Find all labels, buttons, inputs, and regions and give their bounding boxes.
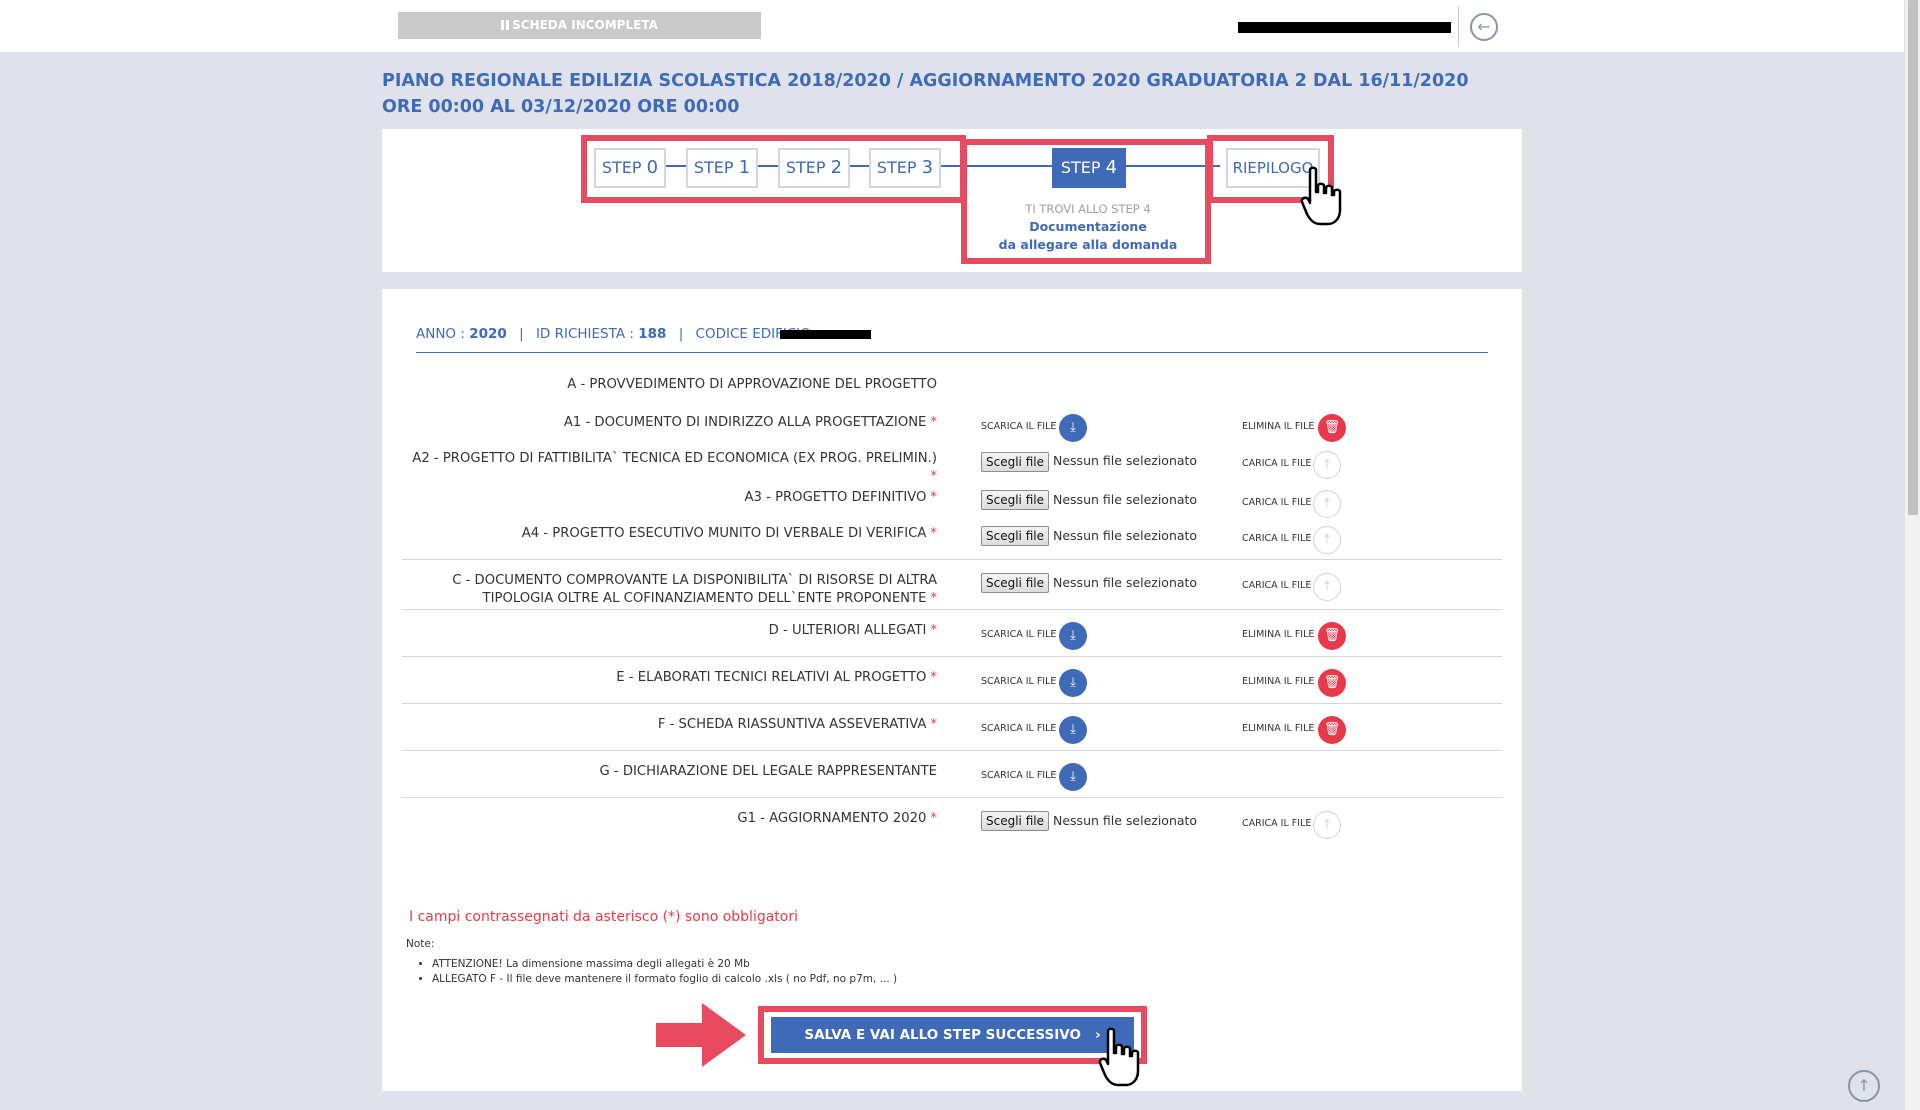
top-separator bbox=[1458, 6, 1459, 46]
upload-c-button[interactable]: ⤒ bbox=[1313, 573, 1341, 601]
download-icon: ⤓ bbox=[1070, 420, 1076, 435]
download-a1-button[interactable]: ⤓ bbox=[1059, 414, 1087, 442]
download-icon: ⤓ bbox=[1070, 722, 1076, 737]
highlight-step-4 bbox=[961, 139, 1211, 264]
delete-d-button[interactable]: 🗑 bbox=[1318, 622, 1346, 650]
file-status-c: Nessun file selezionato bbox=[1053, 575, 1198, 590]
row-divider bbox=[402, 609, 1502, 610]
choose-file-g1-button[interactable]: Scegli file bbox=[981, 811, 1049, 831]
choose-file-c-button[interactable]: Scegli file bbox=[981, 573, 1049, 593]
page-title: PIANO REGIONALE EDILIZIA SCOLASTICA 2018… bbox=[382, 71, 1469, 117]
doc-g-label: G - DICHIARAZIONE DEL LEGALE RAPPRESENTA… bbox=[599, 764, 937, 779]
file-status-a2: Nessun file selezionato bbox=[1053, 453, 1198, 468]
doc-g1-label: G1 - AGGIORNAMENTO 2020 * bbox=[737, 811, 937, 826]
notes-title: Note: bbox=[406, 938, 435, 950]
upload-g1-button[interactable]: ⤒ bbox=[1313, 811, 1341, 839]
pause-icon bbox=[501, 20, 510, 30]
hand-cursor-icon bbox=[1098, 1027, 1140, 1087]
upload-a3-button[interactable]: ⤒ bbox=[1313, 490, 1341, 518]
upload-icon: ⤒ bbox=[1324, 579, 1330, 594]
upload-icon: ⤒ bbox=[1324, 496, 1330, 511]
doc-a3-label: A3 - PROGETTO DEFINITIVO * bbox=[744, 490, 937, 505]
download-icon: ⤓ bbox=[1070, 769, 1076, 784]
delete-e-button[interactable]: 🗑 bbox=[1318, 669, 1346, 697]
arrow-left-icon: ← bbox=[1477, 17, 1491, 36]
upload-icon: ⤒ bbox=[1324, 817, 1330, 832]
save-next-step-button[interactable]: SALVA E VAI ALLO STEP SUCCESSIVO › bbox=[771, 1017, 1134, 1053]
download-icon: ⤓ bbox=[1070, 675, 1076, 690]
doc-a1-label: A1 - DOCUMENTO DI INDIRIZZO ALLA PROGETT… bbox=[563, 415, 937, 430]
file-status-a4: Nessun file selezionato bbox=[1053, 528, 1198, 543]
status-badge: SCHEDA INCOMPLETA bbox=[398, 12, 761, 39]
hand-cursor-icon bbox=[1300, 166, 1342, 226]
row-divider bbox=[402, 656, 1502, 657]
delete-f-button[interactable]: 🗑 bbox=[1318, 716, 1346, 744]
doc-f-label: F - SCHEDA RIASSUNTIVA ASSEVERATIVA * bbox=[657, 717, 937, 732]
top-bar: SCHEDA INCOMPLETA ← bbox=[0, 0, 1904, 52]
upload-icon: ⤒ bbox=[1324, 532, 1330, 547]
upload-icon: ⤒ bbox=[1324, 457, 1330, 472]
choose-file-a4-button[interactable]: Scegli file bbox=[981, 526, 1049, 546]
file-status-g1: Nessun file selezionato bbox=[1053, 813, 1198, 828]
doc-a4-label: A4 - PROGETTO ESECUTIVO MUNITO DI VERBAL… bbox=[521, 526, 937, 541]
doc-a2-label: A2 - PROGETTO DI FATTIBILITA` TECNICA ED… bbox=[412, 451, 937, 484]
id-richiesta-value: 188 bbox=[638, 326, 667, 342]
download-e-button[interactable]: ⤓ bbox=[1059, 669, 1087, 697]
page-scrollbar[interactable] bbox=[1904, 0, 1920, 1110]
row-divider bbox=[402, 750, 1502, 751]
row-divider bbox=[402, 559, 1502, 560]
download-d-button[interactable]: ⤓ bbox=[1059, 622, 1087, 650]
note-item: ALLEGATO F - Il file deve mantenere il f… bbox=[432, 972, 897, 987]
anno-value: 2020 bbox=[469, 326, 507, 342]
meta-underline bbox=[416, 352, 1488, 353]
section-a-label: A - PROVVEDIMENTO DI APPROVAZIONE DEL PR… bbox=[567, 377, 937, 392]
trash-icon: 🗑 bbox=[1323, 628, 1341, 643]
upload-a4-button[interactable]: ⤒ bbox=[1313, 526, 1341, 554]
trash-icon: 🗑 bbox=[1323, 722, 1341, 737]
notes-list: ATTENZIONE! La dimensione massima degli … bbox=[432, 957, 897, 987]
scrollbar-thumb[interactable] bbox=[1908, 0, 1918, 515]
request-meta: ANNO : 2020 | ID RICHIESTA : 188 | CODIC… bbox=[416, 326, 811, 342]
download-icon: ⤓ bbox=[1070, 628, 1076, 643]
back-button[interactable]: ← bbox=[1470, 13, 1498, 41]
choose-file-a2-button[interactable]: Scegli file bbox=[981, 452, 1049, 472]
doc-d-label: D - ULTERIORI ALLEGATI * bbox=[768, 623, 937, 638]
red-arrow-annotation bbox=[656, 1003, 746, 1067]
upload-a2-button[interactable]: ⤒ bbox=[1313, 451, 1341, 479]
download-f-button[interactable]: ⤓ bbox=[1059, 716, 1087, 744]
file-status-a3: Nessun file selezionato bbox=[1053, 492, 1198, 507]
note-item: ATTENZIONE! La dimensione massima degli … bbox=[432, 957, 897, 972]
highlight-steps-0-3 bbox=[581, 135, 966, 203]
username-redacted bbox=[1238, 22, 1451, 33]
choose-file-a3-button[interactable]: Scegli file bbox=[981, 490, 1049, 510]
row-divider bbox=[402, 797, 1502, 798]
trash-icon: 🗑 bbox=[1323, 420, 1341, 435]
doc-c-label: C - DOCUMENTO COMPROVANTE LA DISPONIBILI… bbox=[452, 573, 937, 606]
delete-a1-button[interactable]: 🗑 bbox=[1318, 414, 1346, 442]
required-fields-note: I campi contrassegnati da asterisco (*) … bbox=[409, 909, 798, 925]
trash-icon: 🗑 bbox=[1323, 675, 1341, 690]
arrow-up-icon: ↑ bbox=[1857, 1076, 1871, 1095]
scroll-to-top-button[interactable]: ↑ bbox=[1848, 1070, 1880, 1102]
codice-edificio-redacted bbox=[780, 330, 871, 339]
download-g-button[interactable]: ⤓ bbox=[1059, 763, 1087, 791]
row-divider bbox=[402, 703, 1502, 704]
doc-e-label: E - ELABORATI TECNICI RELATIVI AL PROGET… bbox=[616, 670, 937, 685]
